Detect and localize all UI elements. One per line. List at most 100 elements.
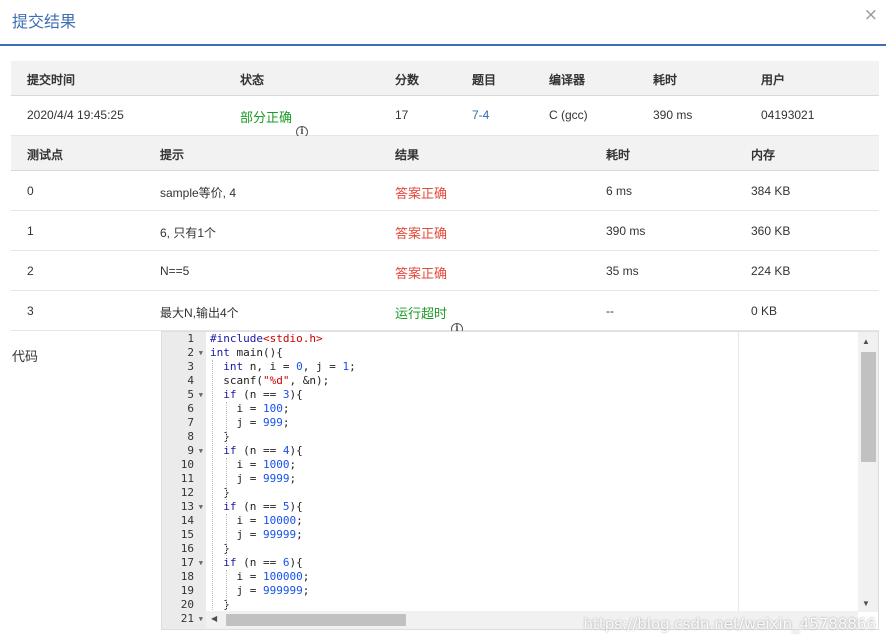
code-line: if (n == 3){: [223, 388, 303, 401]
case-result-cell: 运行超时i: [395, 303, 464, 335]
line-number: 6: [187, 402, 194, 415]
case-memory: 0 KB: [751, 304, 778, 318]
header-submit-time: 提交时间: [27, 73, 76, 87]
line-number: 19: [180, 584, 194, 597]
line-number-gutter: 1 2 ▼ 3 4 5 ▼ 6 7 8 9 ▼ 10 11 12 13 ▼ 14 15 16 17 ▼ 18 19 20 21 ▼: [162, 332, 206, 629]
dialog-title: 提交结果: [12, 12, 77, 31]
indent-guide: [226, 458, 227, 500]
summary-header-row: 提交时间 状态 分数 题目 编译器 耗时 用户: [11, 61, 879, 96]
line-number: 14: [180, 514, 194, 527]
case-time: 6 ms: [606, 184, 633, 198]
status-cell: 部分正确i: [240, 107, 309, 138]
print-margin: [738, 332, 739, 629]
case-memory: 224 KB: [751, 264, 791, 278]
fold-arrow-icon[interactable]: ▼: [199, 500, 203, 514]
line-number: 18: [180, 570, 194, 583]
cases-header-row: 测试点 提示 结果 耗时 内存: [11, 136, 879, 171]
header-user: 用户: [761, 73, 786, 87]
table-row: 0 sample等价, 4 答案正确 6 ms 384 KB: [11, 171, 879, 211]
line-number: 7: [187, 416, 194, 429]
vertical-scroll-thumb[interactable]: [861, 352, 876, 462]
code-label: 代码: [12, 350, 39, 365]
header-case: 测试点: [27, 148, 64, 162]
fold-arrow-icon[interactable]: ▼: [199, 556, 203, 570]
indent-guide: [212, 360, 213, 612]
case-result: 答案正确: [395, 267, 448, 282]
case-result: 运行超时: [395, 307, 448, 322]
code-line: i = 100000;: [210, 570, 310, 583]
horizontal-scroll-thumb[interactable]: [226, 614, 406, 626]
line-number: 8: [187, 430, 194, 443]
code-line: j = 99999;: [210, 528, 303, 541]
code-line: i = 1000;: [210, 458, 297, 471]
case-time: 35 ms: [606, 264, 639, 278]
line-number: 9 ▼: [187, 444, 203, 458]
code-line: scanf("%d", &n);: [210, 374, 330, 387]
case-result: 答案正确: [395, 187, 448, 202]
code-line: j = 999999;: [210, 584, 310, 597]
case-hint: sample等价, 4: [160, 186, 237, 200]
line-number: 11: [180, 472, 194, 485]
fold-arrow-icon[interactable]: ▼: [199, 388, 203, 402]
case-hint: N==5: [160, 264, 190, 278]
case-result: 答案正确: [395, 227, 448, 242]
code-line: #include<stdio.h>: [210, 332, 323, 345]
fold-arrow-icon[interactable]: ▼: [199, 346, 203, 360]
scroll-down-icon[interactable]: ▼: [862, 599, 870, 608]
line-number: 16: [180, 542, 194, 555]
line-number: 13 ▼: [180, 500, 203, 514]
case-memory: 384 KB: [751, 184, 791, 198]
code-line: i = 10000;: [210, 514, 303, 527]
header-status: 状态: [240, 73, 265, 87]
watermark: https://blog.csdn.net/weixin_45788866: [583, 615, 876, 633]
scroll-up-icon[interactable]: ▲: [862, 337, 870, 346]
submit-time: 2020/4/4 19:45:25: [27, 108, 124, 122]
header-hint: 提示: [160, 148, 185, 162]
case-time: 390 ms: [606, 224, 646, 238]
line-number: 3: [187, 360, 194, 373]
header-time: 耗时: [606, 148, 631, 162]
case-id: 1: [27, 224, 34, 238]
code-line: if (n == 5){: [223, 500, 303, 513]
vertical-scrollbar[interactable]: ▲ ▼: [858, 332, 878, 612]
line-number: 2 ▼: [187, 346, 203, 360]
table-row: 3 最大N,输出4个 运行超时i -- 0 KB: [11, 291, 879, 335]
line-number: 4: [187, 374, 194, 387]
summary-row: 2020/4/4 19:45:25 部分正确i 17 7-4 C (gcc) 3…: [11, 96, 879, 138]
fold-arrow-icon[interactable]: ▼: [199, 444, 203, 458]
code-editor[interactable]: 1 2 ▼ 3 4 5 ▼ 6 7 8 9 ▼ 10 11 12 13 ▼ 14 15 16 17 ▼ 18 19 20 21 ▼ …: [161, 331, 879, 630]
header-result: 结果: [395, 148, 420, 162]
code-line: int main(){: [210, 346, 283, 359]
header-score: 分数: [395, 73, 420, 87]
indent-guide: [226, 514, 227, 556]
line-number: 15: [180, 528, 194, 541]
problem-link[interactable]: 7-4: [472, 108, 489, 122]
fold-arrow-icon[interactable]: ▼: [199, 612, 203, 626]
header-compiler: 编译器: [549, 73, 586, 87]
line-number: 12: [180, 486, 194, 499]
table-row: 1 6, 只有1个 答案正确 390 ms 360 KB: [11, 211, 879, 251]
table-row: 2 N==5 答案正确 35 ms 224 KB: [11, 251, 879, 291]
case-hint: 最大N,输出4个: [160, 306, 239, 320]
user: 04193021: [761, 108, 815, 122]
code-line: if (n == 6){: [223, 556, 303, 569]
line-number: 5 ▼: [187, 388, 203, 402]
case-id: 0: [27, 184, 34, 198]
score: 17: [395, 108, 409, 122]
duration: 390 ms: [653, 108, 693, 122]
header-memory: 内存: [751, 148, 776, 162]
status-text: 部分正确: [240, 111, 293, 126]
case-id: 3: [27, 304, 34, 318]
close-icon[interactable]: ×: [864, 5, 878, 25]
line-number: 21 ▼: [180, 612, 203, 626]
code-line: i = 100;: [210, 402, 290, 415]
code-line: if (n == 4){: [223, 444, 303, 457]
line-number: 10: [180, 458, 194, 471]
header-problem: 题目: [472, 73, 497, 87]
scroll-left-icon[interactable]: ◀: [211, 614, 217, 623]
case-id: 2: [27, 264, 34, 278]
code-line: j = 9999;: [210, 472, 297, 485]
indent-guide: [226, 570, 227, 612]
line-number: 17 ▼: [180, 556, 203, 570]
case-time: --: [606, 304, 614, 318]
